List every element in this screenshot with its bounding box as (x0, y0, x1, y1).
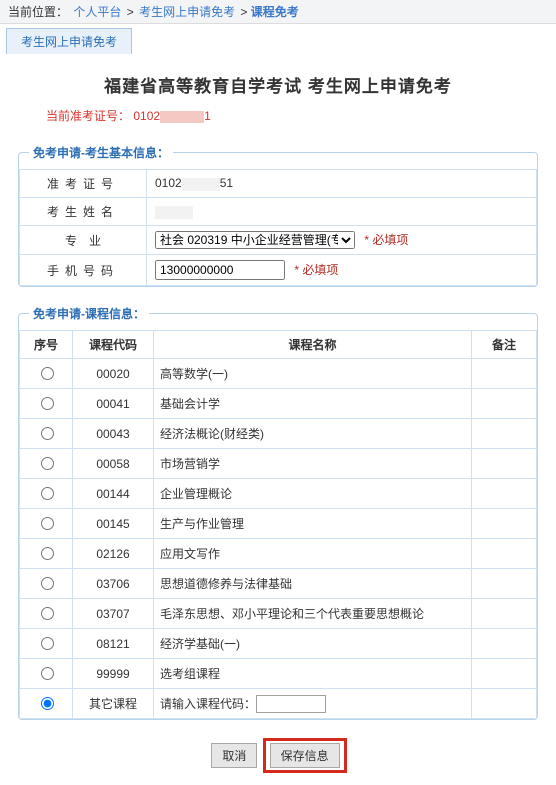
breadcrumb-bar: 当前位置： 个人平台 > 考生网上申请免考 > 课程免考 (0, 0, 556, 24)
tab-apply[interactable]: 考生网上申请免考 (6, 28, 132, 54)
breadcrumb-link-apply[interactable]: 考生网上申请免考 (139, 5, 235, 19)
course-radio[interactable] (41, 427, 54, 440)
table-row: 08121经济学基础(一) (20, 629, 537, 659)
basic-info-legend: 免考申请-考生基本信息： (29, 144, 173, 161)
course-code: 03707 (73, 599, 154, 629)
course-code: 00043 (73, 419, 154, 449)
exam-no-label: 准考证号 (20, 170, 147, 198)
name-label: 考生姓名 (20, 198, 147, 226)
breadcrumb-current: 课程免考 (251, 5, 299, 19)
course-radio[interactable] (41, 367, 54, 380)
phone-required: * 必填项 (294, 263, 338, 277)
course-code: 00020 (73, 359, 154, 389)
course-code: 03706 (73, 569, 154, 599)
name-mask (155, 206, 193, 219)
col-seq: 序号 (20, 331, 73, 359)
course-info-fieldset: 免考申请-课程信息： 序号 课程代码 课程名称 备注 00020高等数学(一)0… (18, 305, 538, 720)
course-radio[interactable] (41, 637, 54, 650)
course-remark (472, 479, 537, 509)
save-button[interactable]: 保存信息 (270, 743, 340, 768)
button-row: 取消 保存信息 (12, 738, 544, 773)
basic-info-fieldset: 免考申请-考生基本信息： 准考证号 010251 考生姓名 专 业 社 (18, 144, 538, 287)
page-title: 福建省高等教育自学考试 考生网上申请免考 (12, 72, 544, 97)
table-row: 00144企业管理概论 (20, 479, 537, 509)
table-row: 99999选考组课程 (20, 659, 537, 689)
course-header-row: 序号 课程代码 课程名称 备注 (20, 331, 537, 359)
course-info-legend: 免考申请-课程信息： (29, 305, 149, 322)
course-name: 生产与作业管理 (154, 509, 472, 539)
col-code: 课程代码 (73, 331, 154, 359)
major-select[interactable]: 社会 020319 中小企业经营管理(专科) (155, 231, 355, 249)
course-code: 00145 (73, 509, 154, 539)
exam-no-mask (182, 178, 220, 191)
course-remark (472, 389, 537, 419)
course-remark (472, 359, 537, 389)
other-course-code-input[interactable] (256, 695, 326, 713)
table-row: 00043经济法概论(财经类) (20, 419, 537, 449)
course-radio[interactable] (41, 547, 54, 560)
table-row-other: 其它课程请输入课程代码： (20, 689, 537, 719)
other-course-cell: 请输入课程代码： (154, 689, 472, 719)
other-course-label: 其它课程 (73, 689, 154, 719)
current-ticket: 当前准考证号： 01021 (46, 107, 544, 124)
course-remark (472, 509, 537, 539)
name-value (147, 198, 537, 226)
course-radio[interactable] (41, 397, 54, 410)
exam-no-value: 010251 (147, 170, 537, 198)
course-name: 应用文写作 (154, 539, 472, 569)
course-name: 企业管理概论 (154, 479, 472, 509)
course-name: 市场营销学 (154, 449, 472, 479)
course-radio[interactable] (41, 577, 54, 590)
cancel-button[interactable]: 取消 (211, 743, 257, 768)
course-radio-other[interactable] (41, 697, 54, 710)
ticket-mask (160, 111, 204, 123)
table-row: 00058市场营销学 (20, 449, 537, 479)
course-remark (472, 599, 537, 629)
course-name: 经济法概论(财经类) (154, 419, 472, 449)
major-label: 专 业 (20, 226, 147, 255)
table-row: 03707毛泽东思想、邓小平理论和三个代表重要思想概论 (20, 599, 537, 629)
breadcrumb-label: 当前位置： (8, 5, 68, 19)
course-remark (472, 539, 537, 569)
course-radio[interactable] (41, 487, 54, 500)
tab-strip: 考生网上申请免考 (0, 24, 556, 54)
course-code: 00041 (73, 389, 154, 419)
table-row: 03706思想道德修养与法律基础 (20, 569, 537, 599)
save-highlight: 保存信息 (263, 738, 347, 773)
phone-label: 手机号码 (20, 255, 147, 286)
course-remark (472, 419, 537, 449)
course-remark (472, 569, 537, 599)
course-radio[interactable] (41, 457, 54, 470)
phone-cell: * 必填项 (147, 255, 537, 286)
course-remark (472, 449, 537, 479)
table-row: 00145生产与作业管理 (20, 509, 537, 539)
major-required: * 必填项 (364, 233, 408, 247)
course-code: 99999 (73, 659, 154, 689)
course-code: 00144 (73, 479, 154, 509)
course-remark (472, 629, 537, 659)
course-name: 高等数学(一) (154, 359, 472, 389)
table-row: 00020高等数学(一) (20, 359, 537, 389)
phone-input[interactable] (155, 260, 285, 280)
course-radio[interactable] (41, 607, 54, 620)
course-name: 毛泽东思想、邓小平理论和三个代表重要思想概论 (154, 599, 472, 629)
major-cell: 社会 020319 中小企业经营管理(专科) * 必填项 (147, 226, 537, 255)
breadcrumb-link-home[interactable]: 个人平台 (73, 5, 121, 19)
course-name: 基础会计学 (154, 389, 472, 419)
table-row: 00041基础会计学 (20, 389, 537, 419)
course-remark (472, 659, 537, 689)
course-name: 思想道德修养与法律基础 (154, 569, 472, 599)
course-name: 选考组课程 (154, 659, 472, 689)
course-radio[interactable] (41, 517, 54, 530)
course-code: 08121 (73, 629, 154, 659)
course-code: 02126 (73, 539, 154, 569)
col-remark: 备注 (472, 331, 537, 359)
course-radio[interactable] (41, 667, 54, 680)
course-name: 经济学基础(一) (154, 629, 472, 659)
course-code: 00058 (73, 449, 154, 479)
col-name: 课程名称 (154, 331, 472, 359)
table-row: 02126应用文写作 (20, 539, 537, 569)
